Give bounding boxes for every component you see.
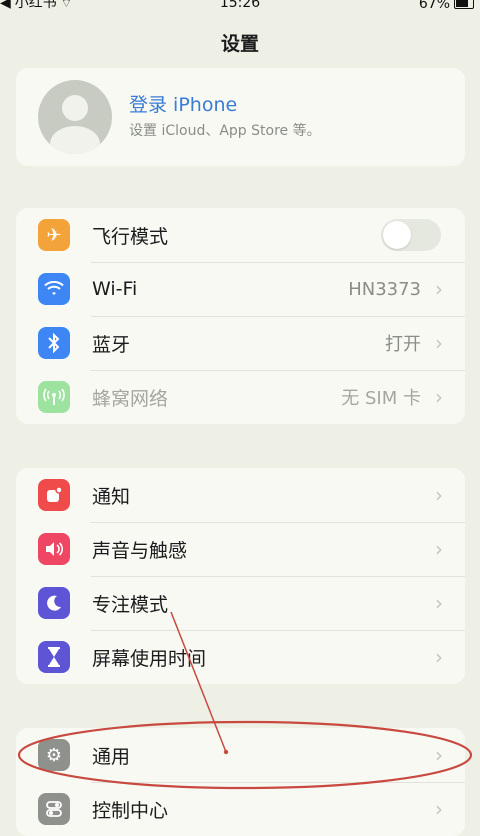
settings-row-label: 屏幕使用时间	[92, 647, 207, 670]
chevron-right-icon: ›	[435, 483, 443, 507]
bluetooth-status: 打开	[385, 334, 421, 355]
profile-card[interactable]: 登录 iPhone 设置 iCloud、App Store 等。	[16, 68, 465, 166]
settings-row-label: 蜂窝网络	[92, 387, 169, 410]
settings-row-focus[interactable]: 专注模式 ›	[16, 576, 465, 630]
row-divider	[91, 782, 465, 783]
wifi-icon	[38, 273, 70, 305]
settings-row-label: Wi-Fi	[92, 278, 138, 300]
row-divider	[91, 370, 465, 371]
row-divider	[91, 630, 465, 631]
chevron-right-icon: ›	[435, 537, 443, 561]
settings-row-label: 蓝牙	[92, 333, 131, 356]
airplane-mode-toggle[interactable]	[381, 219, 441, 251]
settings-row-control-center[interactable]: 控制中心 ›	[16, 782, 465, 836]
gear-icon: ⚙	[38, 739, 70, 771]
settings-row-general[interactable]: ⚙ 通用 ›	[16, 728, 465, 782]
status-bar: ◀ 小红书 ⌔ 15:26 67%	[0, 0, 480, 14]
row-divider	[91, 522, 465, 523]
avatar-body	[50, 126, 100, 154]
control-center-icon	[38, 793, 70, 825]
settings-row-label: 通用	[92, 745, 131, 768]
status-right: 67%	[418, 0, 474, 12]
chevron-right-icon: ›	[435, 797, 443, 821]
settings-row-label: 专注模式	[92, 593, 169, 616]
wifi-network-name: HN3373	[348, 278, 421, 300]
chevron-right-icon: ›	[435, 591, 443, 615]
settings-group-notifications: 通知 › 声音与触感 › 专注模式 › 屏幕使用时间 ›	[16, 468, 465, 684]
cellular-icon	[38, 381, 70, 413]
row-divider	[91, 576, 465, 577]
notification-icon	[38, 479, 70, 511]
hourglass-icon	[38, 641, 70, 673]
settings-row-label: 控制中心	[92, 799, 169, 822]
status-time: 15:26	[219, 0, 261, 11]
sound-icon	[38, 533, 70, 565]
avatar-head	[62, 95, 88, 121]
settings-row-sounds[interactable]: 声音与触感 ›	[16, 522, 465, 576]
settings-row-bluetooth[interactable]: 蓝牙 打开 ›	[16, 316, 465, 370]
avatar	[38, 80, 112, 154]
settings-row-screen-time[interactable]: 屏幕使用时间 ›	[16, 630, 465, 684]
cellular-status: 无 SIM 卡	[341, 388, 421, 409]
settings-row-label: 飞行模式	[92, 225, 169, 248]
settings-row-cellular[interactable]: 蜂窝网络 无 SIM 卡 ›	[16, 370, 465, 424]
page-title: 设置	[220, 33, 259, 55]
chevron-right-icon: ›	[435, 277, 443, 301]
battery-text: 67%	[418, 0, 450, 12]
chevron-right-icon: ›	[435, 743, 443, 767]
profile-name: 登录 iPhone	[129, 94, 238, 116]
settings-row-wifi[interactable]: Wi-Fi HN3373 ›	[16, 262, 465, 316]
chevron-right-icon: ›	[435, 645, 443, 669]
airplane-icon: ✈	[38, 219, 70, 251]
toggle-knob	[383, 221, 411, 249]
profile-subtitle: 设置 iCloud、App Store 等。	[129, 123, 321, 139]
battery-icon	[454, 0, 474, 9]
settings-row-notifications[interactable]: 通知 ›	[16, 468, 465, 522]
settings-group-general: ⚙ 通用 › 控制中心 ›	[16, 728, 465, 836]
chevron-right-icon: ›	[435, 331, 443, 355]
moon-icon	[38, 587, 70, 619]
chevron-right-icon: ›	[435, 385, 443, 409]
settings-row-label: 通知	[92, 485, 131, 508]
row-divider	[91, 262, 465, 263]
settings-row-airplane[interactable]: ✈ 飞行模式	[16, 208, 465, 262]
settings-group-connectivity: ✈ 飞行模式 Wi-Fi HN3373 › 蓝牙 打开 › 蜂窝网络 无 SIM…	[16, 208, 465, 424]
bluetooth-icon	[38, 327, 70, 359]
settings-row-label: 声音与触感	[92, 539, 188, 562]
row-divider	[91, 316, 465, 317]
